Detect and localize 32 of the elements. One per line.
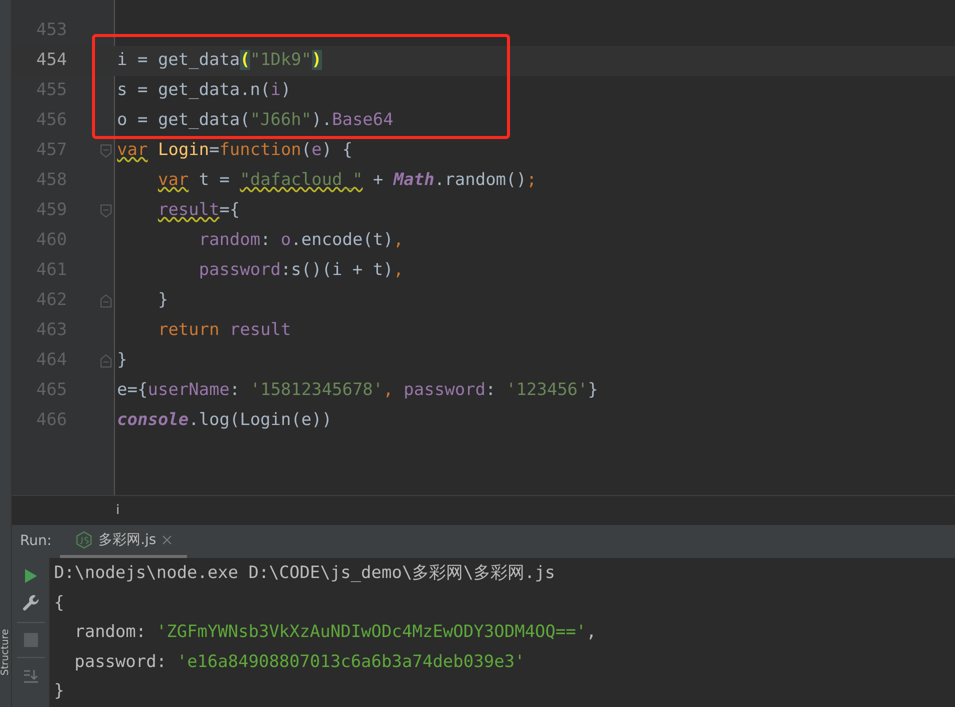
code-line: } [156,289,168,312]
line-number: 454 [35,49,67,72]
console-line: { [54,592,66,614]
fold-icon[interactable] [100,204,112,218]
code-line: o = get_data("J66h").Base64 [116,109,394,132]
stop-icon[interactable] [24,633,38,647]
breadcrumb[interactable]: i [116,500,120,520]
code-line: s = get_data.n(i) [116,79,292,102]
code-line: } [116,349,128,372]
console-line: password: 'e16a84908807013c6a6b3a74deb039e3' [73,650,526,674]
code-line: var t = "dafacloud_" + Math.random(); [156,169,537,192]
console-line: random: 'ZGFmYWNsb3VkXzAuNDIwODc4MzEwODY3ODM4OQ==', [73,621,598,644]
fold-icon[interactable] [100,294,112,308]
code-line: password:s()(i + t), [198,259,404,282]
code-line: var Login=function(e) { [116,139,353,162]
code-line: result={ [156,199,240,222]
close-icon[interactable] [162,535,172,545]
run-label: Run: [19,532,53,551]
code-line: e={userName: '15812345678', password: '123456'} [116,379,598,402]
code-line: return result [156,319,292,342]
fold-icon[interactable] [100,144,112,158]
code-line: i = get_data("1Dk9") [116,49,322,72]
run-icon[interactable] [24,568,38,584]
run-tab[interactable]: 多彩网.js [60,525,188,558]
scroll-to-end-icon[interactable] [22,668,38,684]
code-line: random: o.encode(t), [198,229,404,252]
wrench-icon[interactable] [22,594,40,612]
js-file-icon [74,531,93,549]
fold-icon[interactable] [100,354,112,368]
console-line: } [54,680,66,703]
console-line: D:\nodejs\node.exe D:\CODE\js_demo\多彩网\多彩网.js [54,562,556,585]
code-line: console.log(Login(e)) [116,409,332,432]
